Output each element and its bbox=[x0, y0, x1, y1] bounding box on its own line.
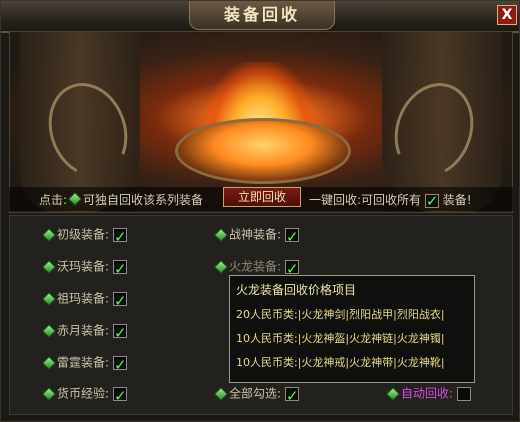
gem-icon bbox=[67, 191, 83, 207]
option-checkbox[interactable] bbox=[113, 258, 128, 280]
gem-icon bbox=[41, 355, 57, 370]
option-label: 沃玛装备: bbox=[57, 259, 110, 274]
option-label: 雷霆装备: bbox=[57, 355, 110, 370]
instruction-text: 可独自回收该系列装备 bbox=[83, 193, 204, 207]
option-label: 初级装备: bbox=[57, 227, 110, 242]
price-tooltip: 火龙装备回收价格项目 20人民币类:|火龙神剑|烈阳战甲|烈阳战衣| 10人民币… bbox=[229, 275, 475, 383]
title-bar: 装备回收 X bbox=[1, 1, 519, 33]
select-all-row: 全部勾选: bbox=[213, 382, 300, 407]
option-row-zuma: 祖玛装备: bbox=[41, 287, 128, 312]
gem-icon bbox=[41, 291, 57, 306]
option-row-chuji: 初级装备: bbox=[41, 223, 128, 248]
instruction-right: 一键回收:可回收所有 装备! bbox=[309, 191, 472, 210]
equipment-recycle-window: 装备回收 X 点击: 可独自回收该系列装备 立即回收 一键回收:可回收所有 装备!… bbox=[0, 0, 520, 422]
close-icon: X bbox=[501, 7, 513, 23]
option-label: 祖玛装备: bbox=[57, 291, 110, 306]
gem-icon bbox=[213, 386, 229, 401]
auto-recycle-label: 自动回收: bbox=[401, 386, 454, 401]
auto-recycle-row: 自动回收: bbox=[385, 382, 472, 404]
option-checkbox[interactable] bbox=[285, 226, 300, 248]
option-label: 赤月装备: bbox=[57, 323, 110, 338]
gem-icon bbox=[213, 227, 229, 242]
option-label: 火龙装备: bbox=[229, 259, 282, 274]
tooltip-line: 10人民币类:|火龙神戒|火龙神带|火龙神靴| bbox=[236, 356, 445, 369]
gem-icon bbox=[41, 227, 57, 242]
option-label: 货币经验: bbox=[57, 386, 110, 401]
option-checkbox[interactable] bbox=[113, 385, 128, 407]
tooltip-title: 火龙装备回收价格项目 bbox=[236, 283, 357, 297]
furnace-artwork bbox=[9, 31, 513, 213]
checkbox-icon bbox=[424, 192, 439, 210]
option-checkbox[interactable] bbox=[113, 322, 128, 344]
gem-icon bbox=[41, 259, 57, 274]
cauldron-icon bbox=[175, 118, 351, 184]
instruction-prefix: 点击: bbox=[39, 193, 68, 207]
tooltip-line: 10人民币类:|火龙神盔|火龙神链|火龙神镯| bbox=[236, 332, 445, 345]
option-checkbox[interactable] bbox=[113, 226, 128, 248]
option-row-currency: 货币经验: bbox=[41, 382, 128, 407]
instruction-left: 点击: 可独自回收该系列装备 bbox=[39, 191, 203, 208]
one-click-text: 一键回收:可回收所有 bbox=[309, 193, 422, 207]
option-label: 战神装备: bbox=[229, 227, 282, 242]
option-row-zhanshen: 战神装备: bbox=[213, 223, 300, 248]
option-checkbox[interactable] bbox=[113, 354, 128, 376]
option-row-leiting: 雷霆装备: bbox=[41, 351, 128, 376]
option-checkbox[interactable] bbox=[285, 258, 300, 280]
close-button[interactable]: X bbox=[497, 5, 517, 25]
option-row-chiyue: 赤月装备: bbox=[41, 319, 128, 344]
gem-icon bbox=[213, 259, 229, 274]
select-all-label: 全部勾选: bbox=[229, 386, 282, 401]
gem-icon bbox=[385, 386, 401, 401]
gem-icon bbox=[41, 386, 57, 401]
recycle-now-button[interactable]: 立即回收 bbox=[223, 187, 301, 207]
select-all-checkbox[interactable] bbox=[285, 385, 300, 407]
option-row-woma: 沃玛装备: bbox=[41, 255, 128, 280]
option-row-huolong: 火龙装备: bbox=[213, 255, 300, 280]
auto-recycle-checkbox[interactable] bbox=[457, 386, 472, 401]
tooltip-line: 20人民币类:|火龙神剑|烈阳战甲|烈阳战衣| bbox=[236, 308, 445, 321]
window-title: 装备回收 bbox=[223, 5, 300, 24]
gem-icon bbox=[41, 323, 57, 338]
title-plate: 装备回收 bbox=[189, 1, 335, 30]
one-click-suffix: 装备! bbox=[442, 193, 472, 207]
instruction-bar: 点击: 可独自回收该系列装备 立即回收 一键回收:可回收所有 装备! bbox=[9, 187, 513, 211]
option-checkbox[interactable] bbox=[113, 290, 128, 312]
